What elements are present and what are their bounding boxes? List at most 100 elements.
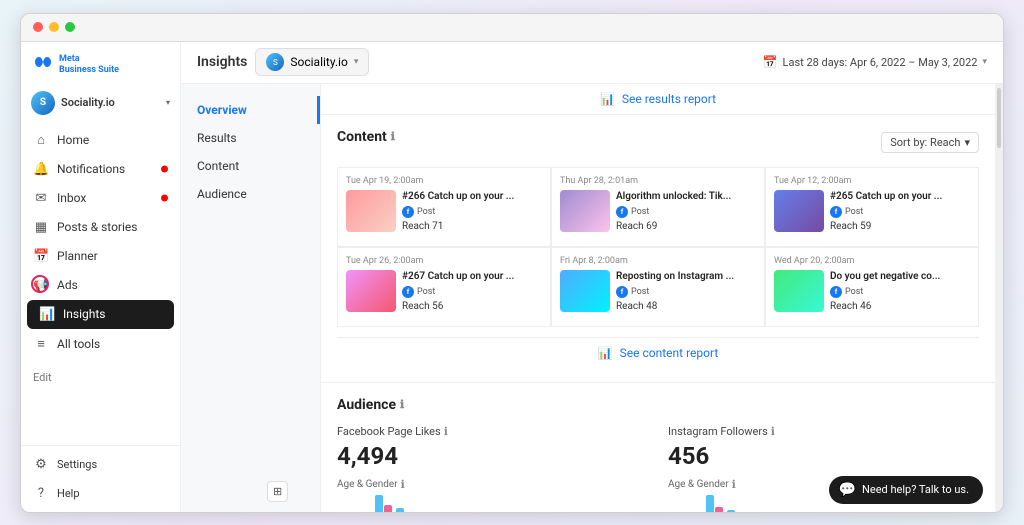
notification-badge	[161, 166, 168, 173]
sidebar-item-home[interactable]: ⌂ Home	[21, 125, 180, 155]
subnav-item-overview[interactable]: Overview	[181, 96, 320, 124]
bar-blue	[375, 495, 383, 512]
card-title: #267 Catch up on your ...	[402, 270, 542, 283]
sub-nav: Overview Results Content Audience	[181, 84, 321, 512]
insights-active-indicator	[31, 275, 49, 293]
results-icon: 📊	[600, 92, 615, 106]
card-row: #266 Catch up on your ... f Post Reach 7…	[346, 190, 542, 232]
collapse-icon: ⊞	[273, 485, 282, 498]
card-date: Thu Apr 28, 2:01am	[560, 176, 756, 186]
top-bar-avatar: S	[266, 53, 284, 71]
facebook-icon: f	[830, 206, 842, 218]
calendar-icon: 📅	[763, 55, 778, 69]
content-card: Tue Apr 12, 2:00am #265 Catch up on your…	[765, 167, 979, 247]
ig-followers-info-icon[interactable]: ℹ	[771, 425, 775, 438]
sidebar-item-settings[interactable]: ⚙ Settings	[21, 450, 180, 479]
close-dot[interactable]	[33, 22, 43, 32]
sidebar-item-label: Home	[57, 133, 89, 147]
sidebar-item-inbox[interactable]: ✉ Inbox	[21, 184, 180, 213]
page-title: Insights	[197, 54, 247, 70]
sidebar-item-all-tools[interactable]: ≡ All tools	[21, 329, 180, 359]
collapse-panel-button[interactable]: ⊞	[267, 481, 288, 502]
bar-pair	[727, 510, 744, 512]
card-reach: Reach 59	[830, 221, 970, 232]
planner-icon: 📅	[33, 249, 49, 264]
account-selector[interactable]: S Sociality.io ▾	[255, 48, 369, 76]
need-help-bar[interactable]: 💬 Need help? Talk to us.	[829, 476, 983, 504]
sidebar-item-planner[interactable]: 📅 Planner	[21, 242, 180, 271]
minimize-dot[interactable]	[49, 22, 59, 32]
scroll-indicator[interactable]	[995, 84, 1003, 512]
card-row: Algorithm unlocked: Tik... f Post Reach …	[560, 190, 756, 232]
card-info: Do you get negative co... f Post Reach 4…	[830, 270, 970, 312]
need-help-text: Need help? Talk to us.	[862, 483, 969, 496]
top-bar-account-name: Sociality.io	[290, 55, 347, 69]
content-card: Thu Apr 28, 2:01am Algorithm unlocked: T…	[551, 167, 765, 247]
sidebar-edit-label: Edit	[21, 365, 180, 390]
info-icon[interactable]: ℹ	[391, 130, 395, 143]
see-content-report[interactable]: 📊 See content report	[337, 337, 979, 368]
sidebar-bottom: ⚙ Settings ? Help	[21, 445, 180, 512]
subnav-item-content[interactable]: Content	[181, 152, 320, 180]
bar-pink	[715, 507, 723, 512]
see-results-bar[interactable]: 📊 See results report	[321, 84, 995, 115]
fb-age-gender-label: Age & Gender ℹ	[337, 478, 648, 491]
sort-label: Sort by: Reach	[890, 136, 960, 149]
sort-chevron-icon: ▾	[964, 136, 970, 149]
card-info: #267 Catch up on your ... f Post Reach 5…	[402, 270, 542, 312]
maximize-dot[interactable]	[65, 22, 75, 32]
bar-blue	[396, 508, 404, 512]
card-title: #266 Catch up on your ...	[402, 190, 542, 203]
title-bar	[21, 14, 1003, 42]
sidebar-item-label: Settings	[57, 458, 97, 471]
sidebar-item-notifications[interactable]: 🔔 Notifications	[21, 155, 180, 184]
posts-icon: ▦	[33, 220, 49, 235]
bar-blue	[727, 510, 735, 512]
card-thumbnail	[774, 190, 824, 232]
sidebar-account[interactable]: S Sociality.io ▾	[21, 85, 180, 125]
sidebar-logo: Meta Business Suite	[21, 42, 180, 85]
ig-followers-label: Instagram Followers ℹ	[668, 425, 979, 438]
date-chevron-icon: ▾	[982, 57, 987, 67]
subnav-item-audience[interactable]: Audience	[181, 180, 320, 208]
date-range-selector[interactable]: 📅 Last 28 days: Apr 6, 2022 – May 3, 202…	[763, 55, 987, 69]
sidebar-item-label: All tools	[57, 337, 100, 351]
audience-section-title: Audience ℹ	[337, 397, 979, 413]
fb-likes-value: 4,494	[337, 442, 648, 470]
ig-bars: 18-24 25-34	[684, 495, 788, 512]
sort-button[interactable]: Sort by: Reach ▾	[881, 132, 979, 153]
sidebar-item-posts[interactable]: ▦ Posts & stories	[21, 213, 180, 242]
content-card: Tue Apr 26, 2:00am #267 Catch up on your…	[337, 247, 551, 327]
sidebar-item-label: Help	[57, 487, 80, 500]
card-date: Tue Apr 19, 2:00am	[346, 176, 542, 186]
date-range-text: Last 28 days: Apr 6, 2022 – May 3, 2022	[783, 56, 978, 69]
fb-likes-info-icon[interactable]: ℹ	[444, 425, 448, 438]
see-results-text: See results report	[622, 92, 716, 106]
age-gender-info-icon[interactable]: ℹ	[401, 478, 405, 491]
inbox-icon: ✉	[33, 191, 49, 206]
inbox-badge	[161, 195, 168, 202]
card-date: Wed Apr 20, 2:00am	[774, 256, 970, 266]
card-type: f Post	[830, 206, 970, 218]
sidebar-item-label: Notifications	[57, 162, 125, 176]
ig-age-gender-info-icon[interactable]: ℹ	[732, 478, 736, 491]
card-reach: Reach 46	[830, 301, 970, 312]
card-row: #267 Catch up on your ... f Post Reach 5…	[346, 270, 542, 312]
audience-info-icon[interactable]: ℹ	[400, 398, 404, 411]
sidebar-item-label: Inbox	[57, 191, 86, 205]
card-type: f Post	[616, 286, 756, 298]
card-info: Algorithm unlocked: Tik... f Post Reach …	[616, 190, 756, 232]
content-header: Content ℹ Sort by: Reach ▾	[337, 129, 979, 157]
card-info: #265 Catch up on your ... f Post Reach 5…	[830, 190, 970, 232]
content-panel: 📊 See results report Content ℹ Sort by: …	[321, 84, 995, 512]
card-reach: Reach 48	[616, 301, 756, 312]
sidebar-item-insights[interactable]: 📊 Insights	[27, 300, 174, 329]
sidebar-item-help[interactable]: ? Help	[21, 479, 180, 508]
app-window: Meta Business Suite S Sociality.io ▾ ⌂ H…	[20, 13, 1004, 513]
card-row: Do you get negative co... f Post Reach 4…	[774, 270, 970, 312]
card-date: Fri Apr 8, 2:00am	[560, 256, 756, 266]
fb-bar-chart: 0% 18-24	[337, 495, 648, 512]
subnav-item-results[interactable]: Results	[181, 124, 320, 152]
card-title: Reposting on Instagram ...	[616, 270, 756, 283]
card-info: #266 Catch up on your ... f Post Reach 7…	[402, 190, 542, 232]
